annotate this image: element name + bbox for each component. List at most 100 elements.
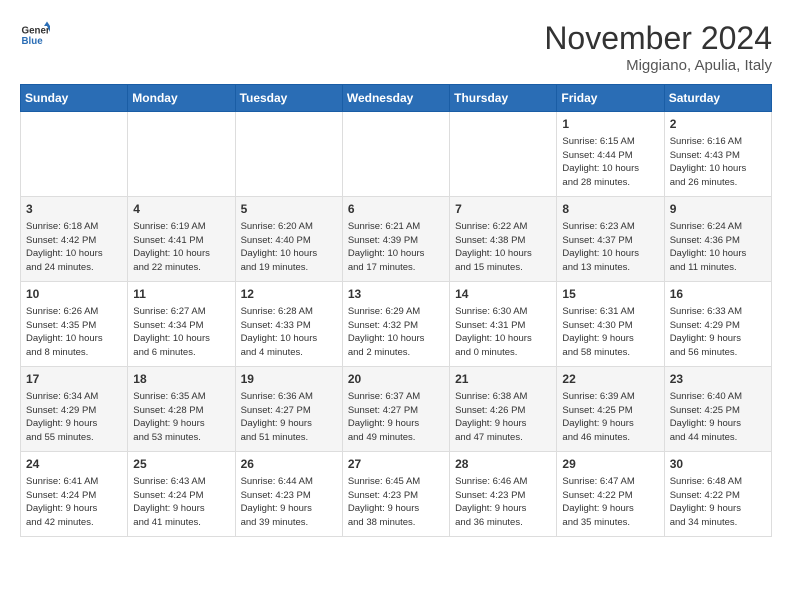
day-number: 17 bbox=[26, 371, 122, 388]
day-number: 10 bbox=[26, 286, 122, 303]
day-number: 15 bbox=[562, 286, 658, 303]
page-header: General Blue November 2024 Miggiano, Apu… bbox=[20, 20, 772, 74]
weekday-header: Thursday bbox=[450, 85, 557, 112]
calendar-cell bbox=[450, 112, 557, 197]
day-number: 22 bbox=[562, 371, 658, 388]
day-number: 27 bbox=[348, 456, 444, 473]
day-number: 6 bbox=[348, 201, 444, 218]
title-section: November 2024 Miggiano, Apulia, Italy bbox=[544, 20, 772, 74]
calendar-cell: 25Sunrise: 6:43 AM Sunset: 4:24 PM Dayli… bbox=[128, 452, 235, 537]
logo: General Blue bbox=[20, 20, 50, 50]
day-number: 8 bbox=[562, 201, 658, 218]
day-number: 7 bbox=[455, 201, 551, 218]
calendar-cell: 22 Sunrise: 6:39 AM Sunset: 4:25 PM Dayli… bbox=[557, 367, 664, 452]
calendar-table: SundayMondayTuesdayWednesdayThursdayFrid… bbox=[20, 84, 772, 537]
calendar-cell: 10 Sunrise: 6:26 AM Sunset: 4:35 PM Dayli… bbox=[21, 282, 128, 367]
calendar-cell: 19Sunrise: 6:36 AM Sunset: 4:27 PM Dayli… bbox=[235, 367, 342, 452]
day-number: 30 bbox=[670, 456, 766, 473]
day-info: Sunrise: 6:30 AM Sunset: 4:31 PM Dayligh… bbox=[455, 305, 551, 360]
day-number: 16 bbox=[670, 286, 766, 303]
day-number: 2 bbox=[670, 116, 766, 133]
calendar-cell: 23 Sunrise: 6:40 AM Sunset: 4:25 PM Dayli… bbox=[664, 367, 771, 452]
weekday-header: Wednesday bbox=[342, 85, 449, 112]
calendar-cell: 26Sunrise: 6:44 AM Sunset: 4:23 PM Dayli… bbox=[235, 452, 342, 537]
day-info: Sunrise: 6:47 AM Sunset: 4:22 PM Dayligh… bbox=[562, 475, 658, 530]
day-info: Sunrise: 6:24 AM Sunset: 4:36 PM Dayligh… bbox=[670, 220, 766, 275]
calendar-row: 10 Sunrise: 6:26 AM Sunset: 4:35 PM Dayli… bbox=[21, 282, 772, 367]
day-info: Sunrise: 6:41 AM Sunset: 4:24 PM Dayligh… bbox=[26, 475, 122, 530]
weekday-header: Friday bbox=[557, 85, 664, 112]
day-info: Sunrise: 6:15 AM Sunset: 4:44 PM Dayligh… bbox=[562, 135, 658, 190]
day-number: 11 bbox=[133, 286, 229, 303]
calendar-cell: 30 Sunrise: 6:48 AM Sunset: 4:22 PM Dayli… bbox=[664, 452, 771, 537]
day-info: Sunrise: 6:34 AM Sunset: 4:29 PM Dayligh… bbox=[26, 390, 122, 445]
day-info: Sunrise: 6:35 AM Sunset: 4:28 PM Dayligh… bbox=[133, 390, 229, 445]
calendar-cell bbox=[21, 112, 128, 197]
day-info: Sunrise: 6:20 AM Sunset: 4:40 PM Dayligh… bbox=[241, 220, 337, 275]
day-number: 23 bbox=[670, 371, 766, 388]
calendar-cell: 28 Sunrise: 6:46 AM Sunset: 4:23 PM Dayli… bbox=[450, 452, 557, 537]
day-info: Sunrise: 6:48 AM Sunset: 4:22 PM Dayligh… bbox=[670, 475, 766, 530]
location: Miggiano, Apulia, Italy bbox=[544, 57, 772, 74]
calendar-cell: 17 Sunrise: 6:34 AM Sunset: 4:29 PM Dayli… bbox=[21, 367, 128, 452]
weekday-header-row: SundayMondayTuesdayWednesdayThursdayFrid… bbox=[21, 85, 772, 112]
day-info: Sunrise: 6:18 AM Sunset: 4:42 PM Dayligh… bbox=[26, 220, 122, 275]
day-info: Sunrise: 6:19 AM Sunset: 4:41 PM Dayligh… bbox=[133, 220, 229, 275]
calendar-cell: 13 Sunrise: 6:29 AM Sunset: 4:32 PM Dayli… bbox=[342, 282, 449, 367]
calendar-cell: 14 Sunrise: 6:30 AM Sunset: 4:31 PM Dayli… bbox=[450, 282, 557, 367]
day-number: 18 bbox=[133, 371, 229, 388]
day-number: 4 bbox=[133, 201, 229, 218]
day-info: Sunrise: 6:44 AM Sunset: 4:23 PM Dayligh… bbox=[241, 475, 337, 530]
calendar-cell bbox=[342, 112, 449, 197]
day-number: 20 bbox=[348, 371, 444, 388]
day-info: Sunrise: 6:39 AM Sunset: 4:25 PM Dayligh… bbox=[562, 390, 658, 445]
svg-text:Blue: Blue bbox=[22, 36, 44, 47]
day-number: 29 bbox=[562, 456, 658, 473]
weekday-header: Sunday bbox=[21, 85, 128, 112]
day-number: 21 bbox=[455, 371, 551, 388]
day-number: 3 bbox=[26, 201, 122, 218]
calendar-cell: 7Sunrise: 6:22 AM Sunset: 4:38 PM Daylig… bbox=[450, 197, 557, 282]
day-number: 24 bbox=[26, 456, 122, 473]
day-number: 1 bbox=[562, 116, 658, 133]
calendar-cell: 20 Sunrise: 6:37 AM Sunset: 4:27 PM Dayli… bbox=[342, 367, 449, 452]
day-info: Sunrise: 6:26 AM Sunset: 4:35 PM Dayligh… bbox=[26, 305, 122, 360]
day-info: Sunrise: 6:29 AM Sunset: 4:32 PM Dayligh… bbox=[348, 305, 444, 360]
day-info: Sunrise: 6:33 AM Sunset: 4:29 PM Dayligh… bbox=[670, 305, 766, 360]
calendar-row: 24 Sunrise: 6:41 AM Sunset: 4:24 PM Dayli… bbox=[21, 452, 772, 537]
weekday-header: Tuesday bbox=[235, 85, 342, 112]
calendar-cell: 9 Sunrise: 6:24 AM Sunset: 4:36 PM Daylig… bbox=[664, 197, 771, 282]
svg-text:General: General bbox=[22, 26, 51, 37]
calendar-cell: 8Sunrise: 6:23 AM Sunset: 4:37 PM Daylig… bbox=[557, 197, 664, 282]
calendar-cell: 4 Sunrise: 6:19 AM Sunset: 4:41 PM Daylig… bbox=[128, 197, 235, 282]
day-info: Sunrise: 6:38 AM Sunset: 4:26 PM Dayligh… bbox=[455, 390, 551, 445]
day-number: 5 bbox=[241, 201, 337, 218]
calendar-cell: 21 Sunrise: 6:38 AM Sunset: 4:26 PM Dayli… bbox=[450, 367, 557, 452]
month-title: November 2024 bbox=[544, 20, 772, 57]
logo-icon: General Blue bbox=[20, 20, 50, 50]
calendar-row: 3 Sunrise: 6:18 AM Sunset: 4:42 PM Daylig… bbox=[21, 197, 772, 282]
day-info: Sunrise: 6:43 AM Sunset: 4:24 PM Dayligh… bbox=[133, 475, 229, 530]
day-info: Sunrise: 6:31 AM Sunset: 4:30 PM Dayligh… bbox=[562, 305, 658, 360]
day-number: 14 bbox=[455, 286, 551, 303]
day-info: Sunrise: 6:21 AM Sunset: 4:39 PM Dayligh… bbox=[348, 220, 444, 275]
day-info: Sunrise: 6:37 AM Sunset: 4:27 PM Dayligh… bbox=[348, 390, 444, 445]
day-info: Sunrise: 6:40 AM Sunset: 4:25 PM Dayligh… bbox=[670, 390, 766, 445]
day-info: Sunrise: 6:28 AM Sunset: 4:33 PM Dayligh… bbox=[241, 305, 337, 360]
day-number: 13 bbox=[348, 286, 444, 303]
calendar-cell: 24 Sunrise: 6:41 AM Sunset: 4:24 PM Dayli… bbox=[21, 452, 128, 537]
calendar-row: 17 Sunrise: 6:34 AM Sunset: 4:29 PM Dayli… bbox=[21, 367, 772, 452]
calendar-cell: 3 Sunrise: 6:18 AM Sunset: 4:42 PM Daylig… bbox=[21, 197, 128, 282]
calendar-cell: 1 Sunrise: 6:15 AM Sunset: 4:44 PM Daylig… bbox=[557, 112, 664, 197]
calendar-cell: 5 Sunrise: 6:20 AM Sunset: 4:40 PM Daylig… bbox=[235, 197, 342, 282]
calendar-cell: 18 Sunrise: 6:35 AM Sunset: 4:28 PM Dayli… bbox=[128, 367, 235, 452]
day-info: Sunrise: 6:45 AM Sunset: 4:23 PM Dayligh… bbox=[348, 475, 444, 530]
day-number: 28 bbox=[455, 456, 551, 473]
day-number: 9 bbox=[670, 201, 766, 218]
day-info: Sunrise: 6:46 AM Sunset: 4:23 PM Dayligh… bbox=[455, 475, 551, 530]
day-info: Sunrise: 6:36 AM Sunset: 4:27 PM Dayligh… bbox=[241, 390, 337, 445]
weekday-header: Monday bbox=[128, 85, 235, 112]
day-info: Sunrise: 6:27 AM Sunset: 4:34 PM Dayligh… bbox=[133, 305, 229, 360]
day-info: Sunrise: 6:16 AM Sunset: 4:43 PM Dayligh… bbox=[670, 135, 766, 190]
weekday-header: Saturday bbox=[664, 85, 771, 112]
